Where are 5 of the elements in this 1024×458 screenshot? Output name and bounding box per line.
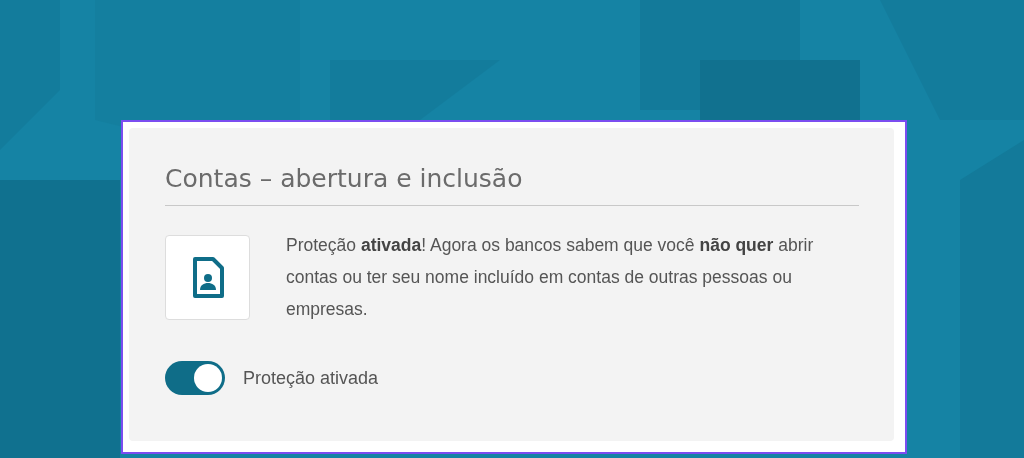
protection-message: Proteção ativada! Agora os bancos sabem que você não quer abrir contas ou ter seu nome incluído em contas de outras pessoas ou empresas. — [286, 234, 815, 321]
id-document-icon — [191, 256, 224, 299]
card-title: Contas – abertura e inclusão — [165, 164, 859, 206]
protection-toggle[interactable] — [165, 361, 225, 395]
toggle-label: Proteção ativada — [243, 367, 379, 389]
